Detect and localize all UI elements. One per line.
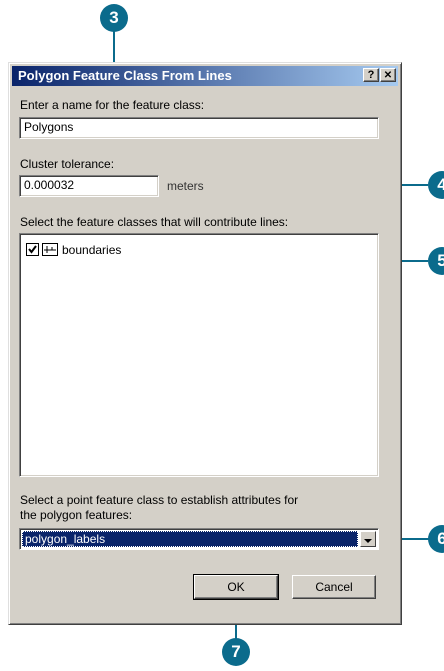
callout-5: 5 (428, 247, 444, 275)
point-class-label-line2: the polygon features: (20, 508, 133, 522)
ok-button[interactable]: OK (193, 574, 279, 600)
close-button[interactable]: ✕ (380, 68, 396, 82)
cluster-tolerance-input[interactable]: 0.000032 (19, 175, 159, 197)
feature-classes-label: Select the feature classes that will con… (20, 215, 289, 229)
help-button[interactable]: ? (363, 68, 379, 82)
feature-classes-list[interactable]: boundaries (19, 233, 379, 477)
chevron-down-icon (364, 539, 372, 543)
point-class-label-line1: Select a point feature class to establis… (20, 493, 299, 507)
selected-point-class: polygon_labels (22, 531, 358, 547)
cancel-button[interactable]: Cancel (292, 575, 376, 599)
line-feature-icon (42, 243, 58, 256)
point-feature-class-select[interactable]: polygon_labels (19, 528, 379, 550)
list-item[interactable]: boundaries (26, 242, 146, 258)
checkmark-icon (28, 245, 37, 254)
callout-6: 6 (428, 525, 444, 553)
cluster-unit-label: meters (167, 179, 204, 193)
callout-7: 7 (222, 638, 250, 666)
boundaries-checkbox[interactable] (26, 243, 39, 256)
callout-4: 4 (428, 171, 444, 199)
dialog-title: Polygon Feature Class From Lines (18, 68, 232, 83)
callout-3: 3 (100, 4, 128, 32)
name-label: Enter a name for the feature class: (20, 98, 205, 112)
title-bar: Polygon Feature Class From Lines ? ✕ (12, 66, 398, 86)
dropdown-button[interactable] (360, 531, 376, 547)
polygon-feature-class-dialog: Polygon Feature Class From Lines ? ✕ Ent… (8, 62, 402, 625)
feature-class-name-input[interactable]: Polygons (19, 117, 379, 139)
boundaries-label: boundaries (62, 243, 122, 257)
close-icon: ✕ (383, 70, 393, 81)
cluster-tolerance-label: Cluster tolerance: (20, 157, 115, 171)
